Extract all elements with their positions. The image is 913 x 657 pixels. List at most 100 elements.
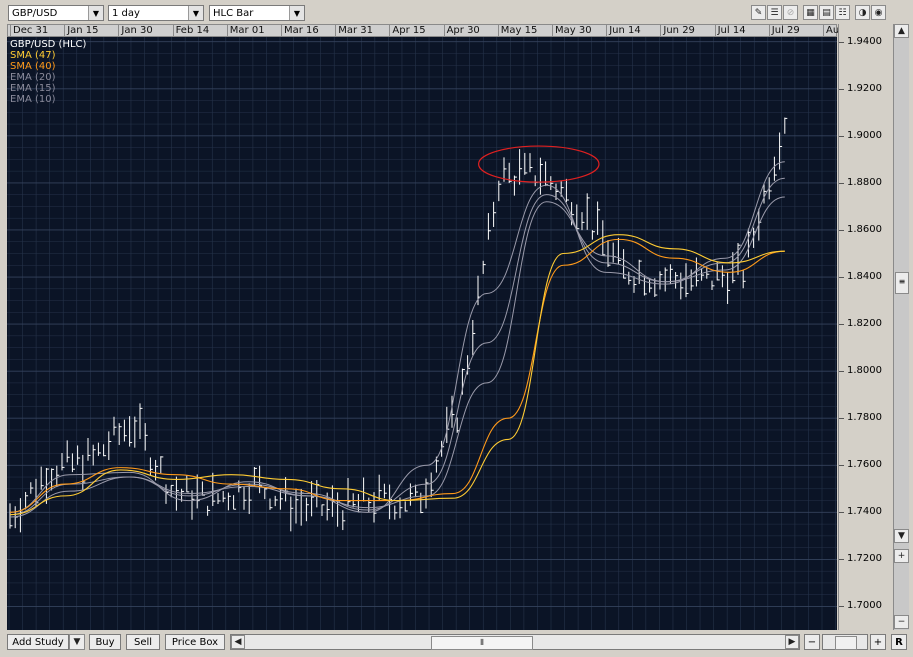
legend-sma40: SMA (40): [10, 61, 56, 72]
horizontal-scrollbar[interactable]: ◀ ⦀ ▶: [230, 634, 800, 650]
eraser-icon[interactable]: ⊘: [783, 5, 798, 20]
date-label: Apr 30: [446, 25, 480, 36]
date-tick: [823, 25, 824, 37]
price-label: 1.7800: [847, 412, 882, 424]
price-label: 1.8000: [847, 365, 882, 377]
date-label: Feb 14: [175, 25, 210, 36]
price-tick: [839, 418, 844, 420]
date-label: Jun 29: [663, 25, 695, 36]
date-tick: [10, 25, 11, 37]
price-label: 1.7000: [847, 600, 882, 612]
date-label: Mar 31: [338, 25, 373, 36]
interval-select[interactable]: 1 day ▼: [108, 5, 204, 21]
date-tick: [389, 25, 391, 37]
chevron-right-icon[interactable]: ▶: [785, 635, 799, 649]
target-icon[interactable]: ◉: [871, 5, 886, 20]
date-label: Jan 15: [67, 25, 99, 36]
price-tick: [839, 465, 844, 467]
legend-ema10: EMA (10): [10, 94, 56, 105]
price-label: 1.8400: [847, 271, 882, 283]
date-tick: [118, 25, 120, 37]
price-tick: [839, 88, 844, 90]
table-icon[interactable]: ▤: [819, 5, 834, 20]
chevron-up-icon[interactable]: ▲: [894, 24, 909, 38]
scroll-thumb[interactable]: ⦀: [431, 636, 533, 650]
date-tick: [335, 25, 337, 37]
date-tick: [64, 25, 66, 37]
zoom-in-button[interactable]: +: [870, 634, 886, 650]
zoom-track[interactable]: [822, 634, 868, 650]
date-tick: [497, 25, 499, 37]
reset-button[interactable]: R: [891, 634, 907, 650]
date-tick: [768, 25, 770, 37]
price-label: 1.7400: [847, 506, 882, 518]
legend-sma47: SMA (47): [10, 50, 56, 61]
price-tick: [839, 606, 844, 608]
scroll-thumb[interactable]: ≡: [895, 272, 909, 294]
buy-button[interactable]: Buy: [89, 634, 121, 650]
horizontal-line-icon[interactable]: ☰: [767, 5, 782, 20]
price-tick: [839, 277, 844, 279]
price-tick: [839, 135, 844, 137]
chart-legend: GBP/USD (HLC) SMA (47) SMA (40) EMA (20)…: [10, 39, 86, 105]
price-label: 1.9000: [847, 129, 882, 141]
price-label: 1.9200: [847, 82, 882, 94]
date-tick: [552, 25, 553, 37]
legend-ema15: EMA (15): [10, 83, 56, 94]
date-label: May 30: [555, 25, 592, 36]
zoom-thumb[interactable]: [835, 636, 857, 650]
chart-style-value: HLC Bar: [213, 7, 254, 19]
legend-price: GBP/USD (HLC): [10, 39, 87, 50]
date-label: Mar 01: [229, 25, 265, 36]
zoom-out-button[interactable]: −: [804, 634, 820, 650]
price-label: 1.8600: [847, 223, 882, 235]
price-tick: [839, 512, 844, 514]
date-label: Apr 15: [392, 25, 426, 36]
chevron-down-icon[interactable]: ▼: [88, 6, 103, 20]
date-tick: [606, 25, 608, 37]
add-study-button[interactable]: Add Study: [7, 634, 69, 650]
price-box-button[interactable]: Price Box: [165, 634, 225, 650]
price-tick: [839, 559, 844, 561]
date-tick: [714, 25, 716, 37]
chevron-down-icon[interactable]: ▼: [289, 6, 304, 20]
list-icon[interactable]: ☷: [835, 5, 850, 20]
price-tick: [839, 229, 844, 231]
price-label: 1.8800: [847, 176, 882, 188]
zoom-out-icon[interactable]: −: [894, 615, 909, 629]
chevron-down-icon[interactable]: ▼: [894, 529, 909, 543]
date-tick: [172, 25, 174, 37]
symbol-value: GBP/USD: [12, 7, 58, 19]
date-label: Jan 30: [121, 25, 153, 36]
date-label: Jun 14: [609, 25, 641, 36]
zoom-in-icon[interactable]: +: [894, 549, 909, 563]
chevron-down-icon[interactable]: ▼: [188, 6, 203, 20]
plot-background: [7, 37, 837, 630]
price-tick: [839, 41, 844, 43]
price-tick: [839, 324, 844, 326]
date-label: Dec 31: [13, 25, 49, 36]
price-label: 1.8200: [847, 318, 882, 330]
price-tick: [839, 182, 844, 184]
grid-icon[interactable]: ▦: [803, 5, 818, 20]
vertical-scrollbar[interactable]: ▲ ≡ ▼ + −: [893, 24, 909, 630]
price-label: 1.9400: [847, 35, 882, 47]
crosshair-icon[interactable]: ◑: [855, 5, 870, 20]
symbol-select[interactable]: GBP/USD ▼: [8, 5, 104, 21]
date-label: Mar 16: [284, 25, 319, 36]
date-label: May 15: [500, 25, 538, 36]
interval-value: 1 day: [112, 7, 140, 19]
date-axis: Dec 31 Jan 15 Jan 30 Feb 14 Mar 01 Mar 16 Mar …: [7, 24, 846, 37]
pencil-icon[interactable]: ✎: [751, 5, 766, 20]
date-tick: [660, 25, 662, 37]
sell-button[interactable]: Sell: [126, 634, 160, 650]
price-axis: 1.9400 1.9200 1.9000 1.8800 1.8600 1.8400 1.82…: [838, 24, 894, 630]
price-chart[interactable]: [7, 37, 837, 630]
date-label: Jul 29: [771, 25, 800, 36]
date-tick: [443, 25, 445, 37]
chart-style-select[interactable]: HLC Bar ▼: [209, 5, 305, 21]
chevron-down-icon[interactable]: ▼: [69, 634, 85, 650]
date-tick: [281, 25, 282, 37]
price-label: 1.7600: [847, 459, 882, 471]
chevron-left-icon[interactable]: ◀: [231, 635, 245, 649]
